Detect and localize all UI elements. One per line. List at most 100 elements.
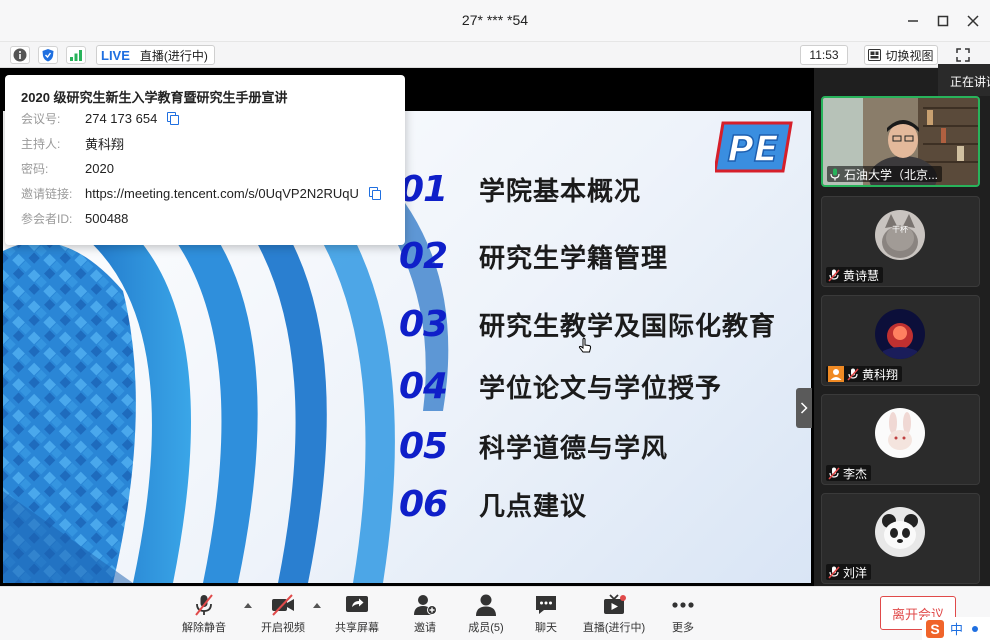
participant-name: 李杰 bbox=[843, 466, 868, 481]
more-label: 更多 bbox=[672, 622, 694, 634]
agenda-text: 学院基本概况 bbox=[479, 176, 642, 207]
mic-on-icon bbox=[830, 168, 840, 180]
participant-name: 石油大学（北京... bbox=[844, 167, 939, 182]
copy-meeting-id-icon[interactable] bbox=[167, 112, 180, 125]
agenda-item: 05 科学道德与学风 bbox=[399, 421, 668, 471]
chevron-right-icon bbox=[800, 402, 808, 414]
meeting-info-popup: 2020 级研究生新生入学教育暨研究生手册宣讲 会议号: 274 173 654… bbox=[5, 75, 405, 245]
agenda-number: 04 bbox=[399, 365, 448, 407]
agenda-text: 几点建议 bbox=[479, 491, 588, 522]
chat-button[interactable]: 聊天 bbox=[514, 593, 578, 637]
participant-name: 黄科翔 bbox=[862, 367, 899, 382]
agenda-number: 03 bbox=[399, 303, 448, 345]
participant-id-row: 参会者ID: 500488 bbox=[21, 208, 128, 228]
participant-tile[interactable]: 李杰 bbox=[821, 394, 980, 485]
avatar: 干杯 bbox=[875, 210, 925, 260]
invite-link-row: 邀请链接: https://meeting.tencent.com/s/0UqV… bbox=[21, 183, 381, 203]
participant-tile[interactable]: 黄科翔 bbox=[821, 295, 980, 386]
mic-muted-icon bbox=[195, 594, 213, 616]
mic-muted-icon bbox=[828, 268, 840, 282]
minimize-icon bbox=[908, 20, 918, 22]
host-value: 黄科翔 bbox=[85, 136, 125, 152]
participant-name-tag: 黄诗慧 bbox=[826, 267, 884, 283]
live-status-button[interactable]: LIVE 直播(进行中) bbox=[96, 45, 215, 65]
shield-icon bbox=[42, 49, 54, 62]
video-options-caret[interactable] bbox=[313, 603, 321, 608]
live-status-text: 直播(进行中) bbox=[139, 48, 208, 63]
agenda-number: 02 bbox=[399, 235, 448, 277]
fullscreen-icon[interactable] bbox=[956, 48, 970, 62]
unmute-button[interactable]: 解除静音 bbox=[172, 593, 236, 637]
participant-name-tag: 黄科翔 bbox=[826, 366, 903, 382]
info-button[interactable] bbox=[10, 46, 30, 64]
more-button[interactable]: 更多 bbox=[651, 593, 715, 637]
invite-link-value[interactable]: https://meeting.tencent.com/s/0UqVP2N2RU… bbox=[85, 186, 359, 201]
participant-name-tag: 石油大学（北京... bbox=[827, 166, 943, 182]
start-video-button[interactable]: 开启视频 bbox=[251, 593, 315, 637]
maximize-button[interactable] bbox=[932, 10, 954, 32]
chat-label: 聊天 bbox=[535, 622, 557, 634]
participant-name-tag: 李杰 bbox=[826, 465, 872, 481]
switch-view-button[interactable]: 切换视图 bbox=[864, 45, 938, 65]
toggle-panel-button[interactable] bbox=[796, 388, 812, 428]
agenda-number: 01 bbox=[399, 168, 448, 210]
participant-tile[interactable]: 刘洋 bbox=[821, 493, 980, 584]
meeting-toolbar: 解除静音 开启视频 共享屏幕 邀请 成员(5) 聊天 直播(进行中) 更多 离开… bbox=[0, 586, 990, 640]
participant-tile[interactable]: 干杯 黄诗慧 bbox=[821, 196, 980, 287]
meeting-time: 11:53 bbox=[800, 45, 848, 65]
members-icon bbox=[476, 594, 496, 616]
signal-strength-icon bbox=[70, 50, 82, 61]
live-button[interactable]: 直播(进行中) bbox=[582, 593, 646, 637]
info-icon bbox=[13, 48, 27, 62]
participant-name-tag: 刘洋 bbox=[826, 564, 872, 580]
participants-panel: 石油大学（北京... 干杯 黄诗慧 黄科翔 李杰 刘洋 bbox=[814, 68, 990, 586]
ime-indicator[interactable]: S 中 bbox=[922, 617, 990, 640]
meeting-id-row: 会议号: 274 173 654 bbox=[21, 108, 180, 128]
host-row: 主持人: 黄科翔 bbox=[21, 133, 124, 153]
security-button[interactable] bbox=[38, 46, 58, 64]
meeting-info-bar: LIVE 直播(进行中) 11:53 切换视图 bbox=[0, 42, 990, 68]
minimize-button[interactable] bbox=[902, 10, 924, 32]
agenda-text: 研究生教学及国际化教育 bbox=[479, 311, 777, 342]
agenda-text: 学位论文与学位授予 bbox=[479, 373, 723, 404]
avatar bbox=[875, 507, 925, 557]
share-screen-label: 共享屏幕 bbox=[335, 622, 379, 634]
svg-text:干杯: 干杯 bbox=[892, 224, 908, 234]
agenda-item: 06 几点建议 bbox=[399, 479, 587, 529]
password-row: 密码: 2020 bbox=[21, 158, 114, 178]
participant-name: 黄诗慧 bbox=[843, 268, 880, 283]
participant-name: 刘洋 bbox=[843, 565, 868, 580]
chat-icon bbox=[536, 596, 556, 614]
members-button[interactable]: 成员(5) bbox=[454, 593, 518, 637]
invite-button[interactable]: 邀请 bbox=[393, 593, 457, 637]
participant-tile[interactable]: 石油大学（北京... bbox=[821, 96, 980, 187]
agenda-item: 01 学院基本概况 bbox=[399, 164, 641, 214]
copy-invite-link-icon[interactable] bbox=[368, 187, 381, 200]
agenda-number: 06 bbox=[399, 483, 448, 525]
share-screen-button[interactable]: 共享屏幕 bbox=[325, 593, 389, 637]
invite-link-label: 邀请链接: bbox=[21, 186, 73, 201]
meeting-id-label: 会议号: bbox=[21, 111, 61, 126]
agenda-text: 科学道德与学风 bbox=[479, 433, 669, 464]
participant-id-value: 500488 bbox=[85, 210, 129, 226]
close-button[interactable] bbox=[962, 10, 984, 32]
switch-view-label: 切换视图 bbox=[885, 48, 934, 63]
participant-id-label: 参会者ID: bbox=[21, 211, 73, 226]
start-video-label: 开启视频 bbox=[261, 622, 305, 634]
video-off-icon bbox=[272, 594, 294, 616]
meeting-topic: 2020 级研究生新生入学教育暨研究生手册宣讲 bbox=[21, 90, 288, 105]
host-label: 主持人: bbox=[21, 136, 61, 151]
host-badge-icon bbox=[828, 366, 844, 382]
live-label: 直播(进行中) bbox=[582, 622, 646, 634]
mic-muted-icon bbox=[828, 466, 840, 480]
switch-view-icon bbox=[868, 49, 882, 61]
invite-label: 邀请 bbox=[414, 622, 436, 634]
agenda-item: 02 研究生学籍管理 bbox=[399, 231, 668, 281]
maximize-icon bbox=[937, 15, 949, 27]
speaking-indicator: 正在讲话 bbox=[938, 64, 990, 96]
svg-text:PE: PE bbox=[728, 129, 779, 170]
close-icon bbox=[967, 15, 979, 27]
meeting-id-value: 274 173 654 bbox=[85, 110, 158, 126]
live-tag: LIVE bbox=[101, 47, 130, 63]
signal-button[interactable] bbox=[66, 46, 86, 64]
